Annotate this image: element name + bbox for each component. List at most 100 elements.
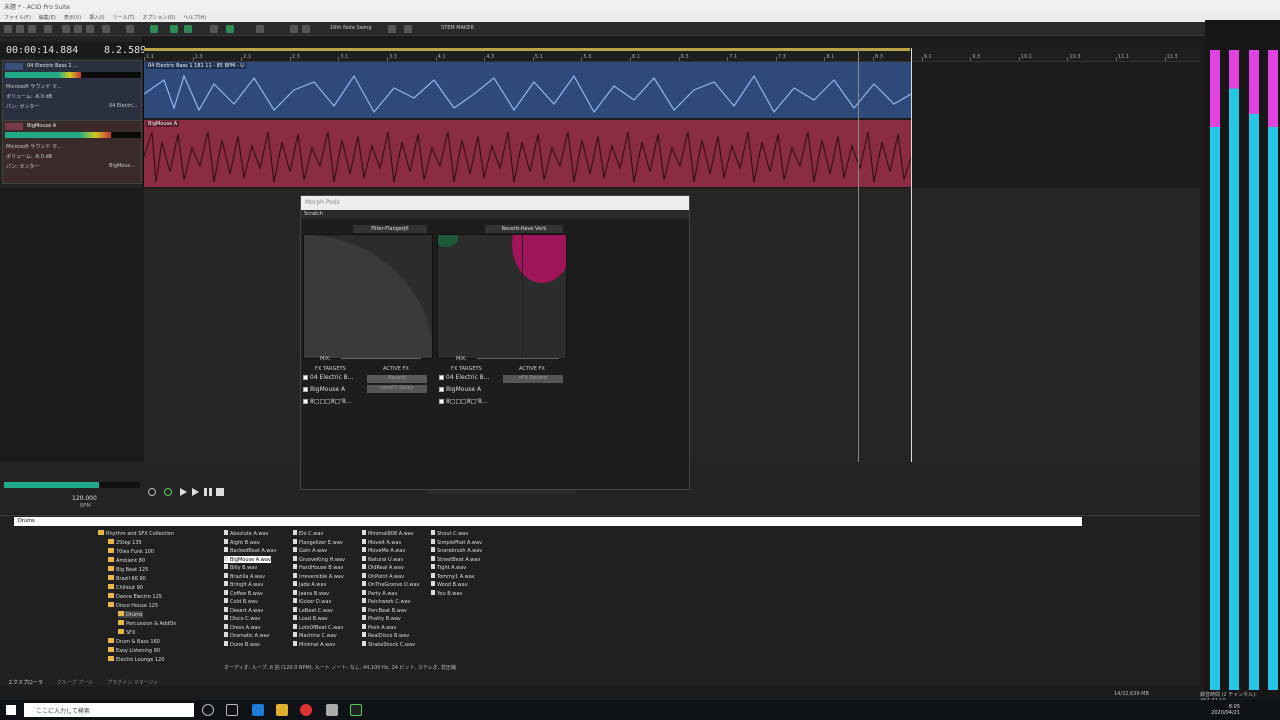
pod2-target-master[interactable]: 8□□□8□'8...	[439, 398, 488, 408]
file-item[interactable]: Tight A.wav	[431, 564, 466, 571]
file-item[interactable]: Party A.wav	[362, 589, 397, 597]
file-item[interactable]: Load B.wav	[293, 615, 328, 622]
pod2-fx-select[interactable]: Reverb-Rave Verb	[485, 225, 563, 233]
snap-icon[interactable]	[150, 25, 158, 33]
file-item[interactable]: SimplePhat A.wav	[431, 538, 482, 546]
loop-end-marker[interactable]	[911, 48, 912, 462]
edge-icon[interactable]	[252, 704, 264, 716]
swing-settings-icon[interactable]	[388, 25, 396, 33]
file-item[interactable]: Dramatic A.wav	[224, 632, 270, 639]
track-device[interactable]: Microsoft サウンド マ...	[6, 83, 62, 90]
pod1-active-fx-2[interactable]: coreFX Delay	[367, 385, 427, 393]
cut-icon[interactable]	[62, 25, 70, 33]
menu-edit[interactable]: 編集(E)	[39, 14, 56, 21]
lock-icon[interactable]	[184, 25, 192, 33]
track-device[interactable]: Microsoft サウンド マ...	[6, 143, 62, 150]
pod1-xy-pad[interactable]	[303, 234, 433, 359]
pod1-target-bass[interactable]: 04 Electric B...	[303, 374, 354, 384]
redo-icon[interactable]	[126, 25, 134, 33]
track-bass[interactable]: 04 Electric Bass 1 ... Microsoft サウンド マ.…	[2, 60, 142, 124]
pod2-mix-slider[interactable]	[477, 358, 559, 359]
file-item[interactable]: OnTheGroove D.wav	[362, 581, 420, 588]
file-item[interactable]: OldReal A.wav	[362, 564, 404, 571]
pod1-fx-select[interactable]: Filter-FlangerJK	[353, 225, 427, 233]
file-item[interactable]: Irreversible A.wav	[293, 572, 344, 580]
file-item[interactable]: HardHouse B.wav	[293, 564, 343, 571]
file-item[interactable]: Brazilia A.wav	[224, 572, 265, 580]
tree-item[interactable]: Dance Electro 125	[108, 593, 162, 600]
marker-icon[interactable]	[302, 25, 310, 33]
tree-item[interactable]: 70ies Funk 100	[108, 548, 154, 555]
stop-icon[interactable]	[216, 488, 224, 496]
tree-item[interactable]: Big Beat 125	[108, 566, 148, 573]
tree-item[interactable]: Drum & Bass 160	[108, 638, 160, 645]
menu-options[interactable]: オプション(O)	[143, 14, 176, 21]
refresh-icon[interactable]	[44, 25, 52, 33]
file-item[interactable]: Minimal808 A.wav	[362, 530, 414, 537]
file-item[interactable]: Dress A.wav	[224, 623, 261, 631]
menu-tools[interactable]: ツール(T)	[113, 14, 135, 21]
track-pan[interactable]: パン: センター	[6, 163, 40, 170]
grid-icon[interactable]	[170, 25, 178, 33]
tree-item[interactable]: Ambient 80	[108, 557, 145, 564]
file-item[interactable]: RealDisco B.wav	[362, 632, 409, 639]
checkbox-icon[interactable]	[439, 387, 444, 392]
clip-bass[interactable]: 04 Electric Bass 1 181 11 - 85 BPM - U	[144, 62, 911, 118]
file-item[interactable]: Tommy1 A.wav	[431, 572, 475, 580]
new-icon[interactable]	[4, 25, 12, 33]
file-item[interactable]: LeBeat C.wav	[293, 606, 333, 614]
morph-pods-window[interactable]: Morph Pods Scratch Filter-FlangerJK Reve…	[300, 195, 690, 490]
paste-icon[interactable]	[86, 25, 94, 33]
split-icon[interactable]	[290, 25, 298, 33]
tree-item-selected[interactable]: Drums	[118, 611, 143, 618]
edit-tool-icon[interactable]	[210, 25, 218, 33]
copy-icon[interactable]	[74, 25, 82, 33]
tree-item[interactable]: Brazil 66 90	[108, 575, 146, 582]
file-item[interactable]: Dune B.wav	[224, 640, 260, 648]
menu-view[interactable]: 表示(V)	[64, 14, 81, 21]
pod2-active-fx-1[interactable]: eFX Reverb	[503, 375, 563, 383]
track-drum[interactable]: BigMouse A Microsoft サウンド マ... ボリューム: -6…	[2, 120, 142, 184]
file-item[interactable]: Gain A.wav	[293, 547, 327, 554]
pod1-target-drum[interactable]: BigMouse A	[303, 386, 345, 396]
menu-file[interactable]: ファイル(F)	[4, 14, 31, 21]
file-item[interactable]: Flangelizer E.wav	[293, 538, 343, 546]
acid-icon[interactable]	[350, 704, 362, 716]
file-item[interactable]: Shout C.wav	[431, 530, 468, 537]
file-item[interactable]: Kicker D.wav	[293, 598, 331, 605]
file-item[interactable]: Machine C.wav	[293, 632, 337, 639]
explorer-icon[interactable]	[276, 704, 288, 716]
horizontal-scrollbar[interactable]	[426, 490, 576, 494]
play-icon[interactable]	[180, 488, 187, 496]
tab-explorer[interactable]: エクスプローラ	[8, 679, 43, 687]
clip-drum[interactable]: BigMouse A	[144, 120, 911, 187]
file-item[interactable]: BigMouse A.wav	[224, 555, 271, 563]
play-from-start-icon[interactable]	[192, 488, 199, 496]
morph-preset[interactable]: Scratch	[301, 210, 689, 219]
file-item[interactable]: Billy B.wav	[224, 564, 257, 571]
track-fx[interactable]: 04 Electri...	[109, 103, 138, 109]
tree-item[interactable]: Easy Listening 90	[108, 647, 160, 654]
file-item[interactable]: BackedBeat A.wav	[224, 547, 276, 554]
pod2-target-bass[interactable]: 04 Electric B...	[439, 374, 490, 384]
file-item[interactable]: Coffee B.wav	[224, 589, 263, 597]
task-view-icon[interactable]	[226, 704, 238, 716]
file-item[interactable]: Absolute A.wav	[224, 530, 268, 537]
pod2-target-drum[interactable]: BigMouse A	[439, 386, 481, 396]
file-item[interactable]: Minimal A.wav	[293, 640, 335, 648]
file-item[interactable]: PercBeat B.wav	[362, 606, 407, 614]
cortana-icon[interactable]	[202, 704, 214, 716]
file-item[interactable]: Disco C.wav	[224, 615, 260, 622]
pod2-xy-pad[interactable]	[437, 234, 567, 359]
checkbox-icon[interactable]	[439, 399, 444, 404]
pod1-active-fx-1[interactable]: Reverb	[367, 375, 427, 383]
pause-icon[interactable]	[204, 488, 212, 496]
stem-icon[interactable]	[404, 25, 412, 33]
track-volume[interactable]: ボリューム: -6.0 dB	[6, 93, 52, 100]
file-item[interactable]: Natural U.wav	[362, 555, 403, 563]
tree-item[interactable]: 2Step 135	[108, 539, 142, 546]
file-item[interactable]: Posh A.wav	[362, 623, 396, 631]
file-item[interactable]: OnPoint A.wav	[362, 572, 404, 580]
track-volume[interactable]: ボリューム: -6.0 dB	[6, 153, 52, 160]
file-item[interactable]: ShakeShock C.wav	[362, 640, 415, 648]
